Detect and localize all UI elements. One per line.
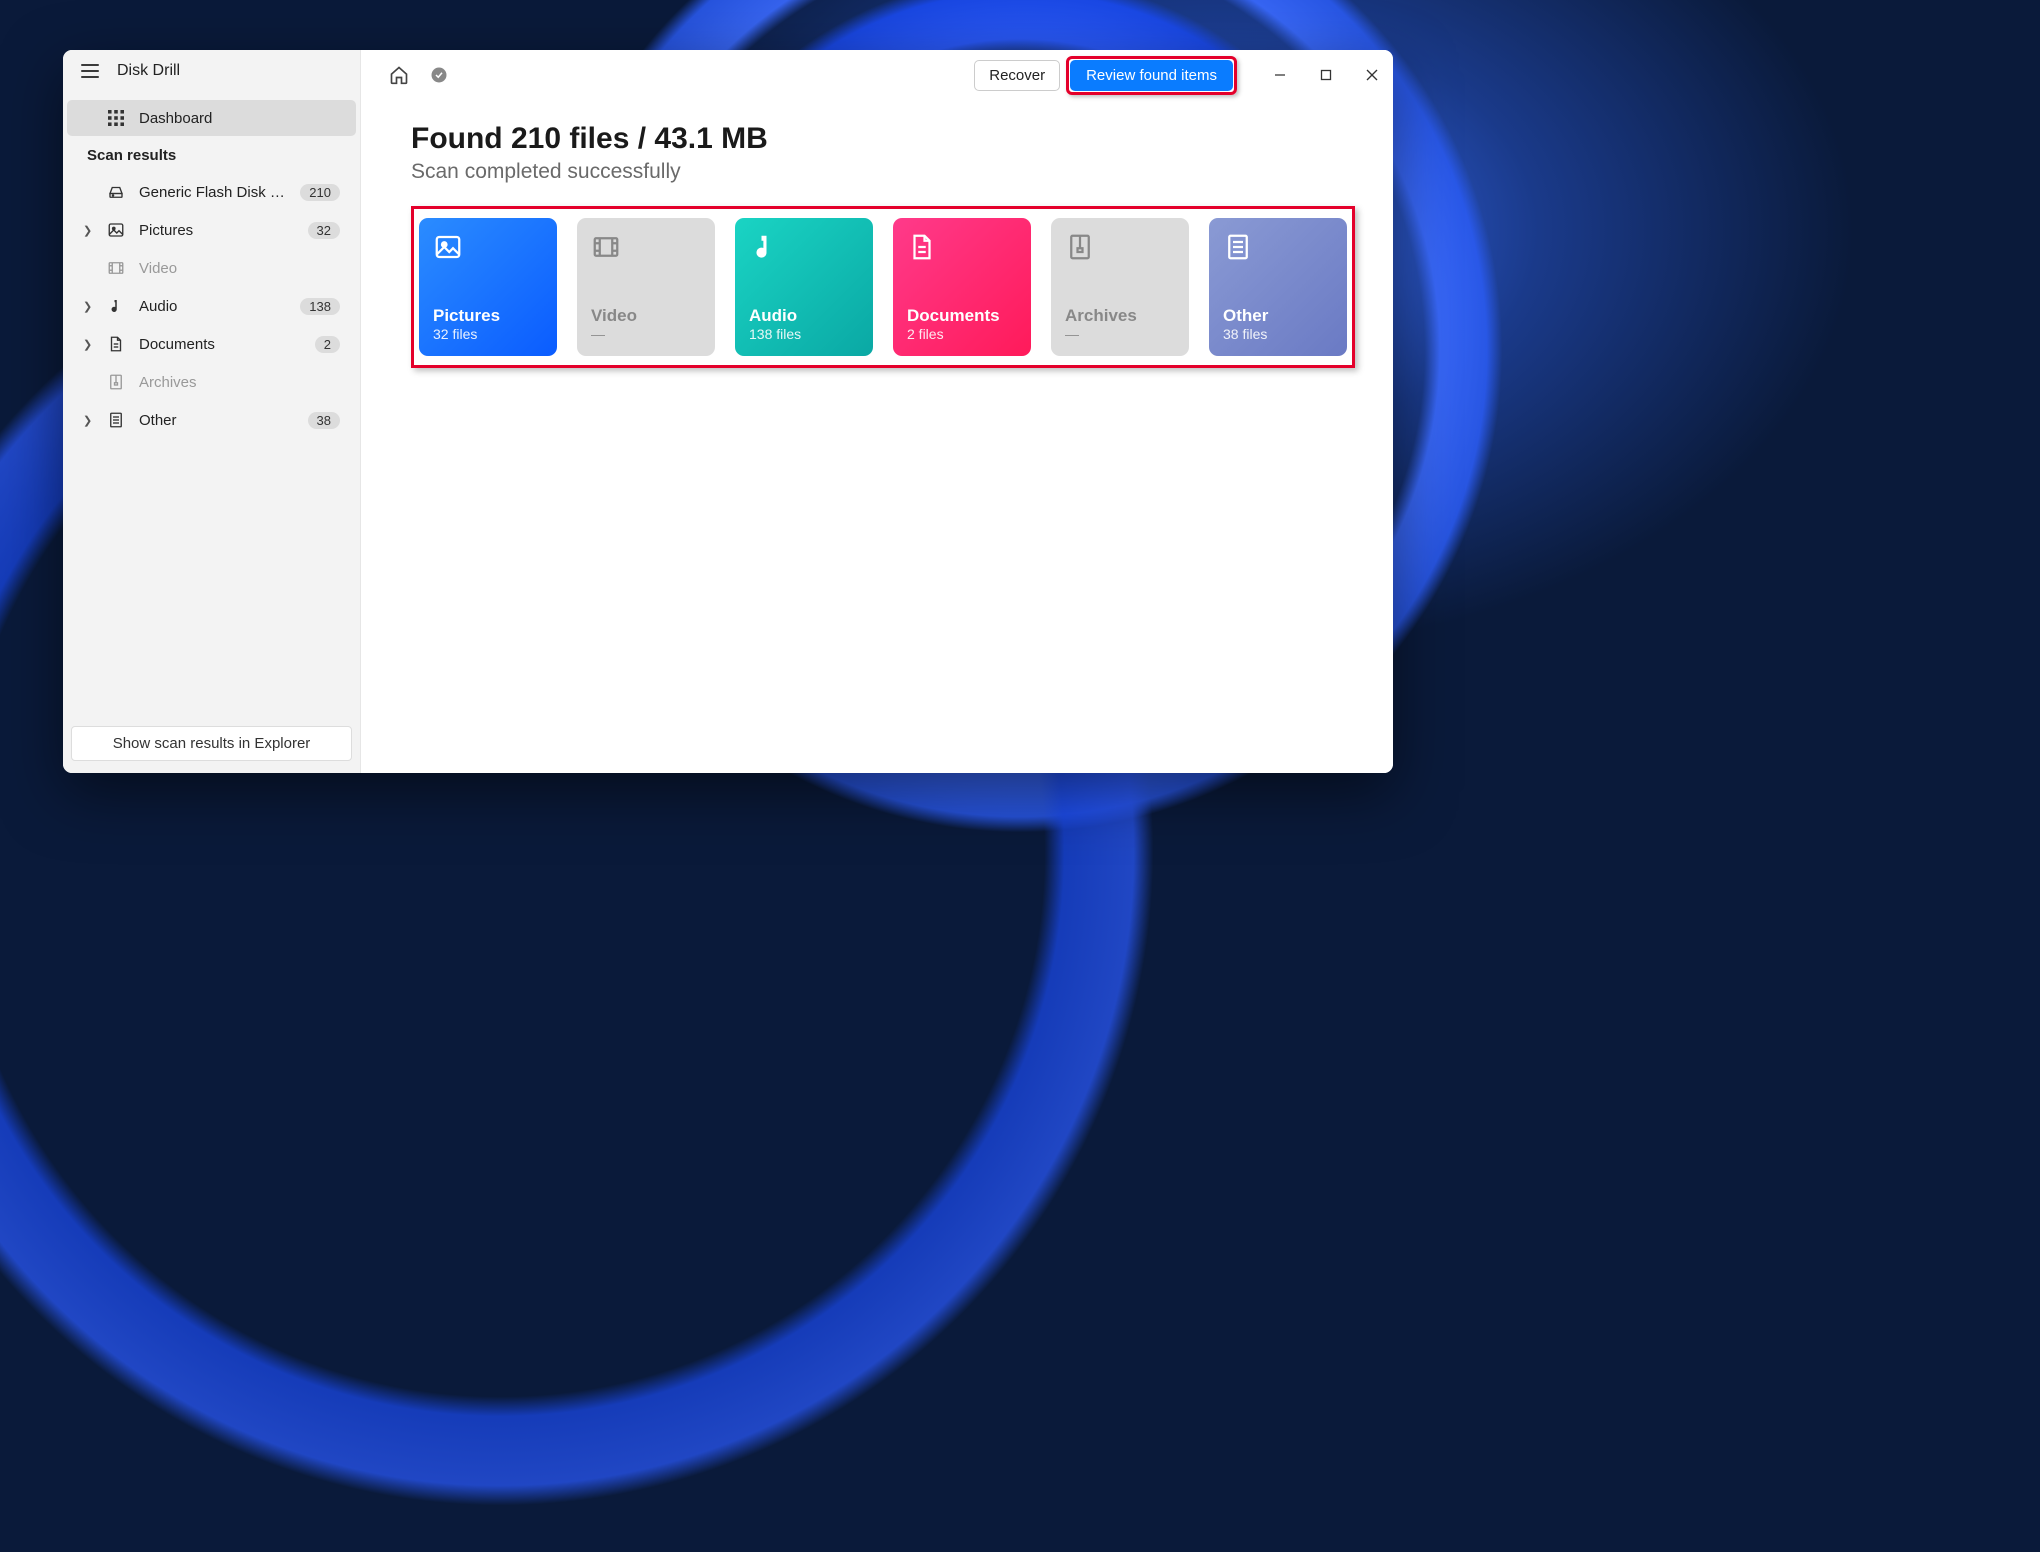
- audio-icon: [749, 232, 783, 266]
- sidebar-item-label: Video: [139, 260, 340, 277]
- category-count: —: [1065, 326, 1175, 342]
- count-badge: 32: [308, 222, 340, 239]
- sidebar-item-label: Pictures: [139, 222, 294, 239]
- category-card-other[interactable]: Other38 files: [1209, 218, 1347, 356]
- sidebar-header: Disk Drill: [63, 50, 360, 92]
- sidebar-item-video[interactable]: Video: [67, 250, 356, 286]
- main-panel: Recover Review found items: [361, 50, 1393, 773]
- category-title: Audio: [749, 306, 859, 326]
- content-area: Found 210 files / 43.1 MB Scan completed…: [361, 100, 1393, 390]
- close-button[interactable]: [1349, 55, 1393, 95]
- review-highlight: Review found items: [1070, 60, 1233, 91]
- category-card-audio[interactable]: Audio138 files: [735, 218, 873, 356]
- category-count: —: [591, 326, 701, 342]
- video-icon: [107, 259, 125, 277]
- document-icon: [907, 232, 941, 266]
- nav-label: Dashboard: [139, 110, 340, 127]
- category-count: 2 files: [907, 326, 1017, 342]
- drive-icon: [107, 183, 125, 201]
- sidebar-item-label: Other: [139, 412, 294, 429]
- maximize-button[interactable]: [1303, 55, 1349, 95]
- audio-icon: [107, 297, 125, 315]
- sidebar-footer: Show scan results in Explorer: [63, 716, 360, 773]
- category-card-pictures[interactable]: Pictures32 files: [419, 218, 557, 356]
- count-badge: 38: [308, 412, 340, 429]
- menu-icon[interactable]: [81, 64, 99, 78]
- review-found-items-button[interactable]: Review found items: [1070, 60, 1233, 91]
- grid-icon: [107, 109, 125, 127]
- sidebar-item-pictures[interactable]: ❯ Pictures 32: [67, 212, 356, 248]
- sidebar: Disk Drill Dashboard Scan results Generi…: [63, 50, 361, 773]
- check-circle-icon[interactable]: [429, 65, 449, 85]
- category-title: Documents: [907, 306, 1017, 326]
- sidebar-item-audio[interactable]: ❯ Audio 138: [67, 288, 356, 324]
- app-title: Disk Drill: [117, 62, 180, 80]
- recover-button[interactable]: Recover: [974, 60, 1060, 91]
- sidebar-item-label: Audio: [139, 298, 286, 315]
- window-controls: [1257, 55, 1393, 95]
- show-in-explorer-button[interactable]: Show scan results in Explorer: [71, 726, 352, 761]
- sidebar-item-generic-flash-disk-usb-[interactable]: Generic Flash Disk USB… 210: [67, 174, 356, 210]
- chevron-right-icon: ❯: [83, 224, 93, 237]
- toolbar: Recover Review found items: [361, 50, 1393, 100]
- picture-icon: [433, 232, 467, 266]
- sidebar-item-other[interactable]: ❯ Other 38: [67, 402, 356, 438]
- app-window: Disk Drill Dashboard Scan results Generi…: [63, 50, 1393, 773]
- category-title: Video: [591, 306, 701, 326]
- picture-icon: [107, 221, 125, 239]
- category-title: Other: [1223, 306, 1333, 326]
- home-icon[interactable]: [389, 65, 409, 85]
- sidebar-item-label: Archives: [139, 374, 340, 391]
- document-icon: [107, 335, 125, 353]
- sidebar-item-label: Generic Flash Disk USB…: [139, 184, 286, 201]
- nav-dashboard[interactable]: Dashboard: [67, 100, 356, 136]
- results-heading: Found 210 files / 43.1 MB: [411, 122, 1355, 156]
- category-count: 32 files: [433, 326, 543, 342]
- count-badge: 138: [300, 298, 340, 315]
- chevron-right-icon: ❯: [83, 300, 93, 313]
- sidebar-item-label: Documents: [139, 336, 301, 353]
- sidebar-item-documents[interactable]: ❯ Documents 2: [67, 326, 356, 362]
- category-count: 38 files: [1223, 326, 1333, 342]
- category-card-archives: Archives—: [1051, 218, 1189, 356]
- minimize-button[interactable]: [1257, 55, 1303, 95]
- archive-icon: [107, 373, 125, 391]
- chevron-right-icon: ❯: [83, 338, 93, 351]
- video-icon: [591, 232, 625, 266]
- results-subheading: Scan completed successfully: [411, 160, 1355, 184]
- nav-section-scan-results: Scan results: [67, 138, 356, 172]
- other-icon: [1223, 232, 1257, 266]
- archive-icon: [1065, 232, 1099, 266]
- category-card-video: Video—: [577, 218, 715, 356]
- category-count: 138 files: [749, 326, 859, 342]
- count-badge: 210: [300, 184, 340, 201]
- count-badge: 2: [315, 336, 340, 353]
- category-highlight: Pictures32 filesVideo—Audio138 filesDocu…: [411, 206, 1355, 368]
- chevron-right-icon: ❯: [83, 414, 93, 427]
- sidebar-item-archives[interactable]: Archives: [67, 364, 356, 400]
- category-title: Archives: [1065, 306, 1175, 326]
- category-card-documents[interactable]: Documents2 files: [893, 218, 1031, 356]
- category-row: Pictures32 filesVideo—Audio138 filesDocu…: [419, 218, 1347, 356]
- other-icon: [107, 411, 125, 429]
- sidebar-nav: Dashboard Scan results Generic Flash Dis…: [63, 92, 360, 716]
- category-title: Pictures: [433, 306, 543, 326]
